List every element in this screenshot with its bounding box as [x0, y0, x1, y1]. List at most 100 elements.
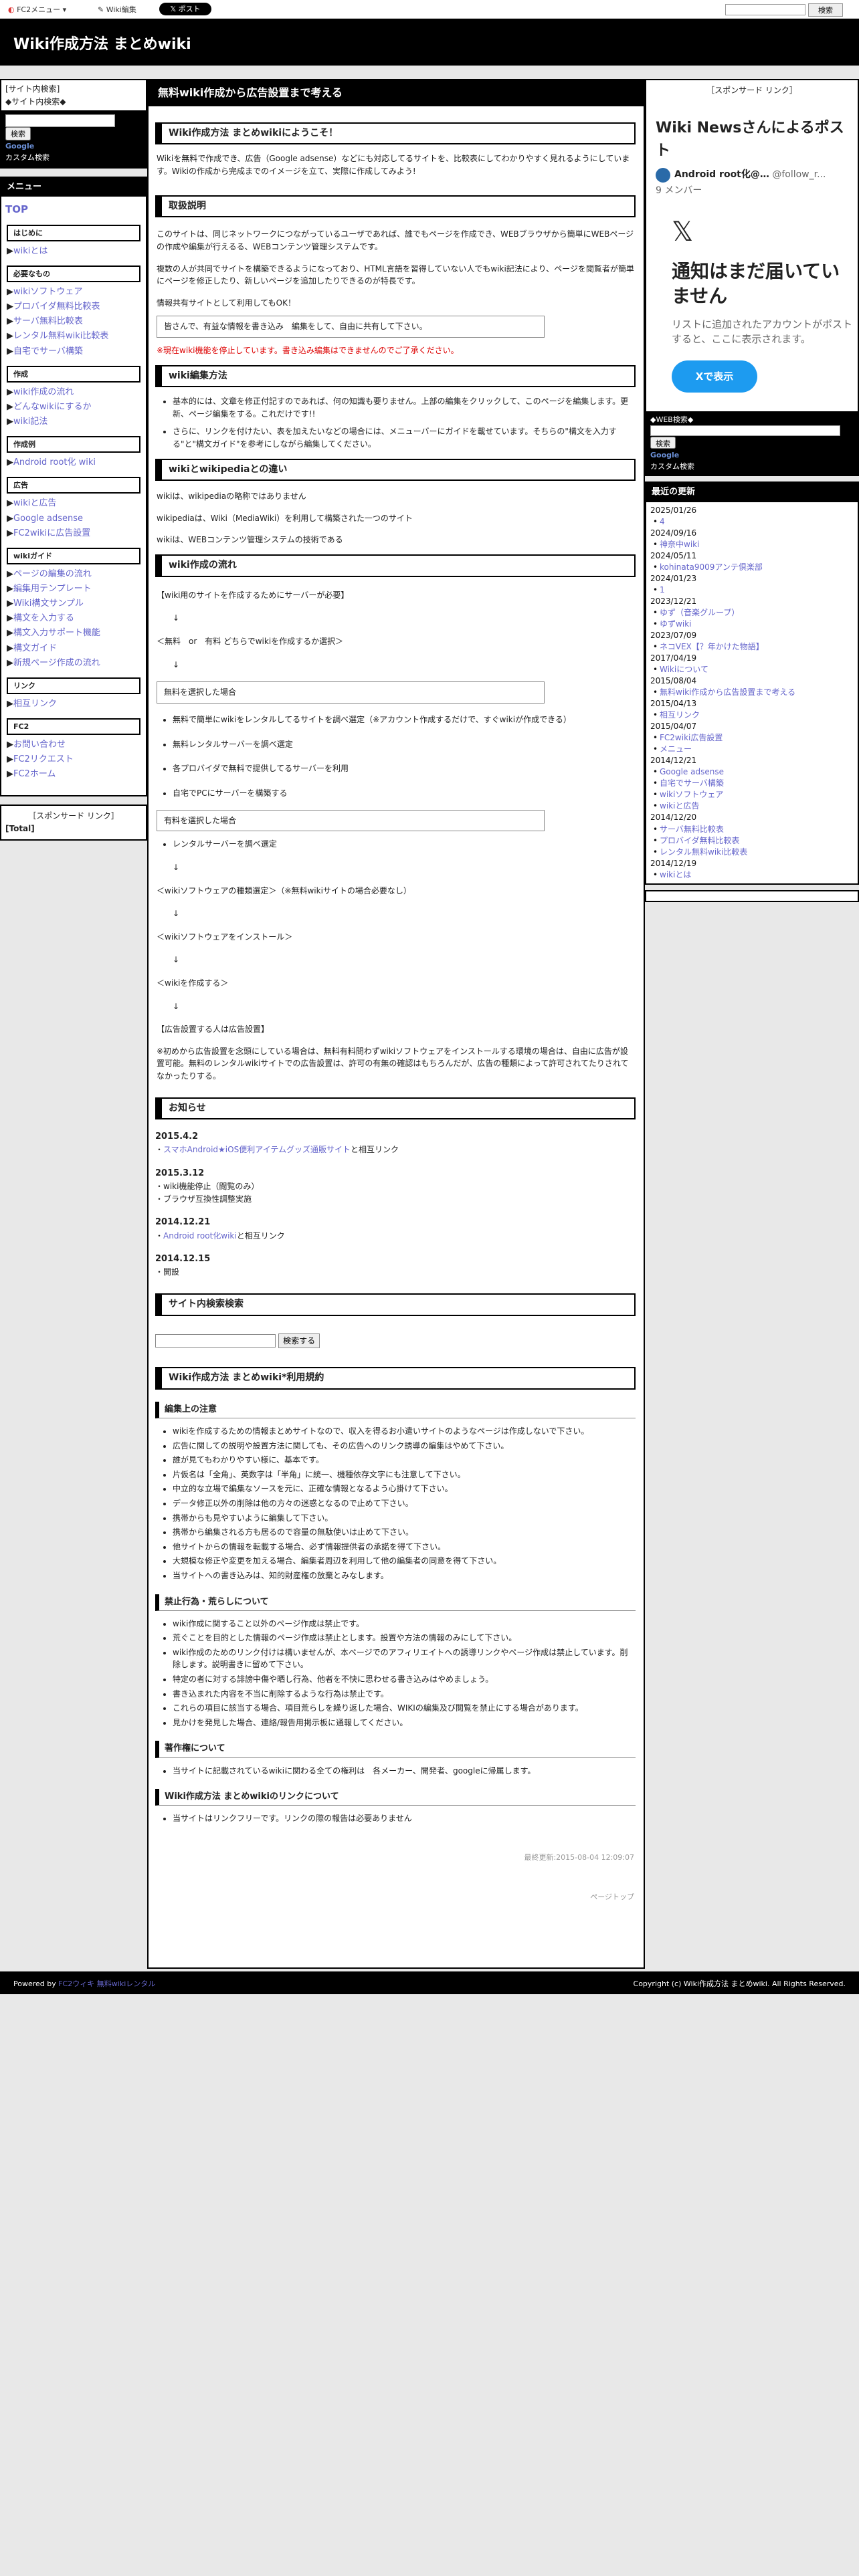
arrow-icon: ▶	[7, 599, 13, 609]
x-list-account[interactable]: Android root化@… @follow_r...	[656, 167, 852, 183]
update-item[interactable]: 相互リンク	[650, 710, 854, 721]
update-item[interactable]: 1	[650, 584, 854, 596]
update-item[interactable]: 無料wiki作成から広告設置まで考える	[650, 687, 854, 698]
update-item[interactable]: Google adsense	[650, 766, 854, 778]
news-link[interactable]: スマホAndroid★iOS便利アイテムグッズ通販サイト	[163, 1145, 351, 1154]
update-item[interactable]: wikiと広告	[650, 800, 854, 812]
menu-item[interactable]: ▶Google adsense	[5, 512, 142, 526]
menu-item[interactable]: ▶ページの編集の流れ	[5, 567, 142, 582]
web-search-input[interactable]	[650, 425, 840, 436]
menu-item[interactable]: ▶サーバ無料比較表	[5, 314, 142, 329]
site-header: Wiki作成方法 まとめwiki	[0, 19, 859, 66]
arrow-icon: ▶	[7, 302, 13, 312]
menu-item-label: 構文を入力する	[13, 613, 75, 624]
menu-item[interactable]: ▶プロバイダ無料比較表	[5, 300, 142, 314]
news-text: と相互リンク	[351, 1145, 399, 1155]
menu-item[interactable]: ▶wikiソフトウェア	[5, 285, 142, 300]
list-item: これらの項目に該当する場合、項目荒らしを繰り返した場合、WIKIの編集及び閲覧を…	[173, 1702, 636, 1715]
x-post-button[interactable]: 𝕏 ポスト	[159, 3, 211, 15]
update-item[interactable]: wikiとは	[650, 869, 854, 881]
flow-step-4: ＜wikiソフトウェアをインストール＞	[157, 932, 293, 942]
menu-item[interactable]: ▶レンタル無料wiki比較表	[5, 329, 142, 344]
left-search-input[interactable]	[5, 114, 115, 128]
arrow-icon: ▶	[7, 628, 13, 639]
menu-item[interactable]: ▶どんなwikiにするか	[5, 400, 142, 415]
menu-item[interactable]: ▶お問い合わせ	[5, 738, 142, 752]
update-item[interactable]: プロバイダ無料比較表	[650, 835, 854, 847]
wiki-edit-link[interactable]: ✎ Wiki編集	[98, 4, 136, 15]
fc2-menu-link[interactable]: ◐ FC2メニュー ▾	[8, 4, 66, 15]
site-title[interactable]: Wiki作成方法 まとめwiki	[13, 33, 191, 56]
list-item: 当サイトに記載されているwikiに関わる全ての権利は 各メーカー、開発者、goo…	[173, 1765, 636, 1778]
page-top-link[interactable]: ページトップ	[157, 1891, 634, 1903]
update-item[interactable]: サーバ無料比較表	[650, 824, 854, 835]
about-text-3: 情報共有サイトとして利用してもOK！	[157, 298, 296, 308]
list-item: 携帯から編集される方も居るので容量の無駄使いは止めて下さい。	[173, 1526, 636, 1539]
update-item[interactable]: wikiソフトウェア	[650, 789, 854, 800]
left-search-button[interactable]: 検索	[5, 127, 31, 141]
update-date: 2024/01/23	[650, 573, 697, 583]
recent-updates-list: 2025/01/2642024/09/16神奈中wiki2024/05/11 ko…	[646, 502, 858, 883]
menu-item[interactable]: ▶構文を入力する	[5, 611, 142, 626]
menu-item[interactable]: ▶新規ページ作成の流れ	[5, 656, 142, 671]
update-item[interactable]: メニュー	[650, 744, 854, 755]
site-search-button[interactable]: 検索する	[278, 1333, 320, 1348]
arrow-icon: ▶	[7, 331, 13, 342]
top-search-input[interactable]	[725, 4, 805, 15]
menu-item[interactable]: ▶編集用テンプレート	[5, 582, 142, 597]
update-item[interactable]: 4	[650, 516, 854, 528]
menu-item[interactable]: ▶wiki作成の流れ	[5, 385, 142, 400]
fc2-wiki-link[interactable]: FC2ウィキ 無料wikiレンタル	[58, 1979, 155, 1988]
menu-item-label: ページの編集の流れ	[13, 568, 92, 579]
menu-item[interactable]: ▶wiki記法	[5, 415, 142, 429]
news-text: ・	[155, 1145, 164, 1155]
right-sponsor-box: ［スポンサード リンク］ Wiki Newsさんによるポスト Android r…	[645, 79, 859, 477]
update-item[interactable]: ゆずwiki	[650, 619, 854, 630]
arrow-icon: ▶	[7, 643, 13, 653]
web-search-button[interactable]: 検索	[650, 437, 676, 449]
list-item: wikiを作成するための情報まとめサイトなので、収入を得るお小遣いサイトのような…	[173, 1425, 636, 1438]
arrow-icon: ▶	[7, 245, 13, 256]
menu-item[interactable]: ▶自宅でサーバ構築	[5, 344, 142, 359]
update-item[interactable]: Wikiについて	[650, 664, 854, 675]
menu-item[interactable]: ▶wikiとは	[5, 244, 142, 259]
flow-step-3: ＜wikiソフトウェアの種類選定＞（※無料wikiサイトの場合必要なし）	[157, 885, 411, 895]
menu-item[interactable]: ▶構文ガイド	[5, 641, 142, 656]
update-item[interactable]: ネコVEX【？年かけた物語】	[650, 641, 854, 653]
web-search-form: ◆WEB検索◆ 検索 Google カスタム検索	[646, 411, 858, 475]
menu-item[interactable]: ▶Wiki構文サンプル	[5, 597, 142, 611]
top-search-button[interactable]: 検索	[808, 3, 843, 17]
site-search-input[interactable]	[155, 1333, 276, 1348]
menu-item[interactable]: ▶FC2wikiに広告設置	[5, 526, 142, 541]
update-date: 2015/08/04	[650, 676, 697, 686]
update-item[interactable]: レンタル無料wiki比較表	[650, 847, 854, 858]
list-item: 他サイトからの情報を転載する場合、必ず情報提供者の承諾を得て下さい。	[173, 1541, 636, 1553]
welcome-heading: Wiki作成方法 まとめwikiにようこそ！	[155, 122, 636, 145]
diff-heading: wikiとwikipediaとの違い	[155, 458, 636, 481]
menu-top-link[interactable]: TOP	[5, 202, 142, 217]
news-link[interactable]: Android root化wiki	[163, 1231, 237, 1241]
menu-item[interactable]: ▶FC2ホーム	[5, 767, 142, 782]
view-on-x-button[interactable]: Xで表示	[672, 360, 757, 393]
about-quote: 皆さんで、有益な情報を書き込み 編集をして、自由に共有して下さい。	[157, 316, 545, 338]
flow-note: ※初めから広告設置を念頭にしている場合は、無料有料問わずwikiソフトウェアをイ…	[157, 1046, 629, 1081]
menu-item-label: レンタル無料wiki比較表	[13, 331, 109, 342]
menu-item[interactable]: ▶構文入力サポート機能	[5, 626, 142, 641]
edit-icon: ✎	[98, 5, 104, 14]
update-item[interactable]: kohinata9009アンテ倶楽部	[650, 562, 854, 573]
menu-item-label: 自宅でサーバ構築	[13, 346, 83, 356]
menu-item[interactable]: ▶FC2リクエスト	[5, 752, 142, 767]
update-item[interactable]: 自宅でサーバ構築	[650, 778, 854, 789]
google-logo: Google	[5, 142, 35, 151]
update-item[interactable]: FC2wiki広告設置	[650, 732, 854, 744]
menu-item[interactable]: ▶wikiと広告	[5, 496, 142, 511]
menu-item[interactable]: ▶相互リンク	[5, 697, 142, 712]
update-item[interactable]: 神奈中wiki	[650, 539, 854, 550]
update-item[interactable]: ゆず（音楽グループ）	[650, 607, 854, 619]
menu-item-label: wikiとは	[13, 245, 48, 256]
x-member-count: 9 メンバー	[656, 185, 702, 196]
flow-paid-box: 有料を選択した場合	[157, 809, 545, 832]
flow-arrow: ↓	[173, 955, 180, 965]
menu-item[interactable]: ▶Android root化 wiki	[5, 455, 142, 470]
list-item: 中立的な立場で編集なソースを元に、正確な情報となるよう心掛けて下さい。	[173, 1483, 636, 1495]
